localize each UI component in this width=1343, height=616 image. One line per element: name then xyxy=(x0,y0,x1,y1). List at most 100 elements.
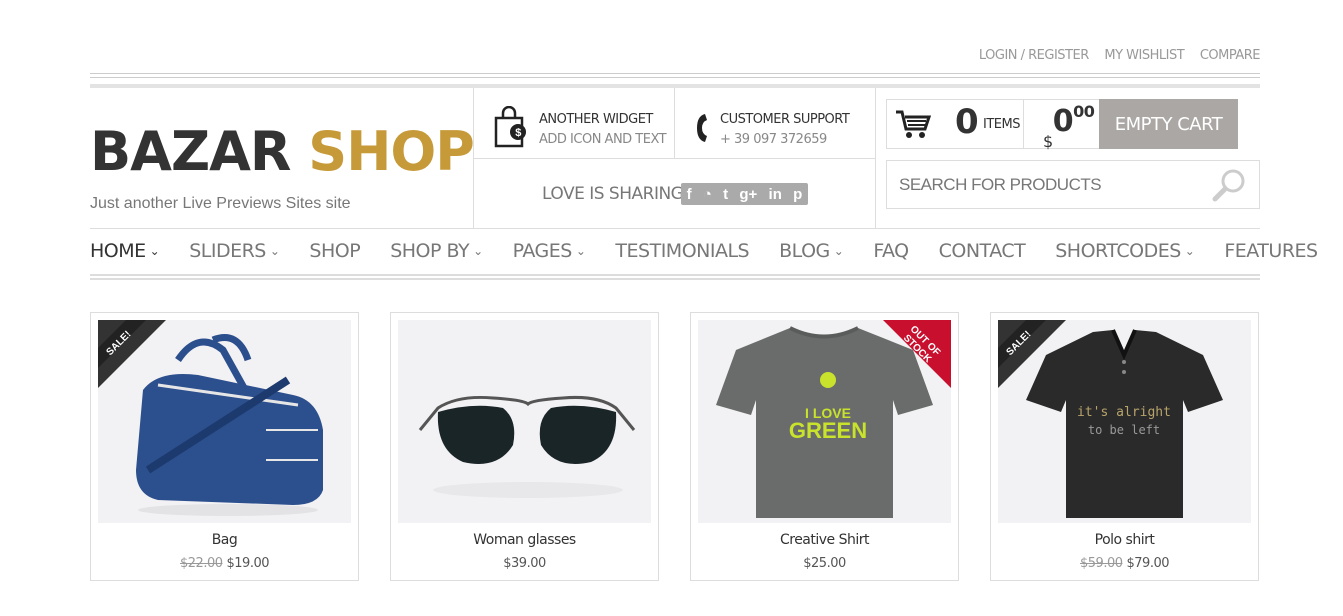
nav-label: SLIDERS xyxy=(189,240,266,262)
pinterest-icon[interactable]: p xyxy=(793,186,802,203)
cart-count: 0 xyxy=(955,102,979,142)
cart-separator xyxy=(1023,100,1024,148)
product-price: $22.00 $19.00 xyxy=(91,556,358,571)
svg-text:to be left: to be left xyxy=(1088,423,1160,437)
product-current-price: $19.00 xyxy=(226,556,270,571)
sale-badge: SALE! xyxy=(998,320,1066,388)
product-price: $39.00 xyxy=(391,556,658,571)
nav-label: SHORTCODES xyxy=(1055,240,1181,262)
product-name[interactable]: Bag xyxy=(91,532,358,548)
nav-label: SHOP BY xyxy=(390,240,470,262)
product-old-price: $59.00 xyxy=(1080,556,1123,571)
wishlist-link[interactable]: MY WISHLIST xyxy=(1104,48,1184,63)
cart-amount: 0 xyxy=(1052,104,1074,139)
support-phone: + 39 097 372659 xyxy=(720,132,827,147)
product-name[interactable]: Woman glasses xyxy=(391,532,658,548)
googleplus-icon[interactable]: g+ xyxy=(739,186,757,203)
cart-total: $000 xyxy=(1043,102,1095,151)
widget-subtitle: ADD ICON AND TEXT xyxy=(539,132,667,147)
logo-text-shop: SHOP xyxy=(308,120,475,183)
nav-item-blog[interactable]: BLOG ⌄ xyxy=(779,240,844,262)
shopping-bag-icon: $ xyxy=(493,105,529,157)
site-tagline: Just another Live Previews Sites site xyxy=(90,195,351,212)
nav-label: BLOG xyxy=(779,240,830,262)
cart-items-label: ITEMS xyxy=(983,117,1020,132)
nav-item-shop[interactable]: SHOP xyxy=(309,240,360,262)
header-divider xyxy=(473,158,875,159)
nav-item-pages[interactable]: PAGES ⌄ xyxy=(513,240,586,262)
svg-text:$: $ xyxy=(515,127,521,139)
chevron-down-icon: ⌄ xyxy=(1184,244,1195,258)
header-top-divider xyxy=(90,73,1260,78)
nav-item-shop-by[interactable]: SHOP BY ⌄ xyxy=(390,240,483,262)
search-box xyxy=(886,160,1260,209)
twitter-icon[interactable]: t xyxy=(723,186,728,203)
site-logo[interactable]: BAZAR SHOP xyxy=(90,120,475,184)
chevron-down-icon: ⌄ xyxy=(575,244,586,258)
product-image-glasses[interactable] xyxy=(398,320,651,523)
compare-link[interactable]: COMPARE xyxy=(1200,48,1261,63)
out-of-stock-badge: OUT OF STOCK xyxy=(883,320,951,388)
top-links: LOGIN / REGISTER MY WISHLIST COMPARE xyxy=(967,48,1261,63)
cart-widget[interactable]: 0 ITEMS $000 EMPTY CART xyxy=(886,99,1238,151)
support-title: CUSTOMER SUPPORT xyxy=(720,112,850,127)
logo-text-bazar: BAZAR xyxy=(90,120,291,183)
phone-icon xyxy=(695,112,711,151)
social-icons: f ◔ t g+ in p xyxy=(681,183,808,205)
chevron-down-icon: ⌄ xyxy=(269,244,280,258)
sale-badge: SALE! xyxy=(98,320,166,388)
header-top-bar xyxy=(90,84,1260,88)
chevron-down-icon: ⌄ xyxy=(473,244,483,258)
nav-bottom-divider xyxy=(90,274,1260,280)
customer-support-widget: CUSTOMER SUPPORT + 39 097 372659 xyxy=(695,106,875,150)
cart-decimals: 00 xyxy=(1073,102,1095,121)
nav-item-faq[interactable]: FAQ xyxy=(873,240,909,262)
nav-item-contact[interactable]: CONTACT xyxy=(939,240,1026,262)
main-navigation: HOME ⌄ SLIDERS ⌄ SHOP SHOP BY ⌄ PAGES ⌄ TEST… xyxy=(90,240,1343,262)
product-current-price: $25.00 xyxy=(803,556,846,571)
chevron-down-icon: ⌄ xyxy=(149,244,160,258)
another-widget: $ ANOTHER WIDGET ADD ICON AND TEXT xyxy=(493,105,673,150)
product-old-price: $22.00 xyxy=(180,556,223,571)
nav-label: TESTIMONIALS xyxy=(615,240,750,262)
nav-label: HOME xyxy=(90,240,146,262)
header-bottom-divider xyxy=(90,228,1260,229)
product-name[interactable]: Creative Shirt xyxy=(691,532,958,548)
empty-cart-button[interactable]: EMPTY CART xyxy=(1099,99,1238,149)
linkedin-icon[interactable]: in xyxy=(769,186,782,203)
product-grid: SALE! Bag $22.00 $19.00 Woman glasses $39… xyxy=(90,312,1259,581)
cart-currency: $ xyxy=(1043,132,1053,151)
product-current-price: $79.00 xyxy=(1126,556,1170,571)
nav-label: PAGES xyxy=(512,240,573,262)
rss-icon[interactable]: ◔ xyxy=(703,186,712,203)
login-register-link[interactable]: LOGIN / REGISTER xyxy=(979,48,1089,63)
header-divider xyxy=(674,88,675,158)
search-input[interactable] xyxy=(899,173,1199,197)
nav-item-shortcodes[interactable]: SHORTCODES ⌄ xyxy=(1055,240,1195,262)
nav-label: FAQ xyxy=(873,240,909,262)
nav-label: SHOP xyxy=(309,240,361,262)
sharing-label: LOVE IS SHARING xyxy=(542,184,684,204)
product-card[interactable]: Woman glasses $39.00 xyxy=(390,312,659,581)
nav-item-testimonials[interactable]: TESTIMONIALS xyxy=(615,240,749,262)
product-price: $59.00 $79.00 xyxy=(991,556,1258,571)
header-divider xyxy=(875,88,876,228)
product-name[interactable]: Polo shirt xyxy=(991,532,1258,548)
product-price: $25.00 xyxy=(691,556,958,571)
nav-item-sliders[interactable]: SLIDERS ⌄ xyxy=(189,240,280,262)
svg-text:it's alright: it's alright xyxy=(1077,405,1171,420)
product-card[interactable]: SALE! Bag $22.00 $19.00 xyxy=(90,312,359,581)
nav-item-features[interactable]: FEATURES xyxy=(1224,240,1318,262)
product-card[interactable]: I LOVE GREEN OUT OF STOCK Creative Shirt… xyxy=(690,312,959,581)
shopping-cart-icon xyxy=(895,109,932,144)
facebook-icon[interactable]: f xyxy=(687,186,692,203)
nav-item-home[interactable]: HOME ⌄ xyxy=(90,240,160,262)
svg-text:GREEN: GREEN xyxy=(789,418,867,443)
widget-title: ANOTHER WIDGET xyxy=(539,112,653,127)
product-card[interactable]: it's alright to be left SALE! Polo shirt… xyxy=(990,312,1259,581)
nav-label: CONTACT xyxy=(938,240,1026,262)
product-current-price: $39.00 xyxy=(503,556,546,571)
chevron-down-icon: ⌄ xyxy=(833,244,844,258)
search-icon[interactable] xyxy=(1211,167,1247,208)
nav-label: FEATURES xyxy=(1224,240,1318,262)
